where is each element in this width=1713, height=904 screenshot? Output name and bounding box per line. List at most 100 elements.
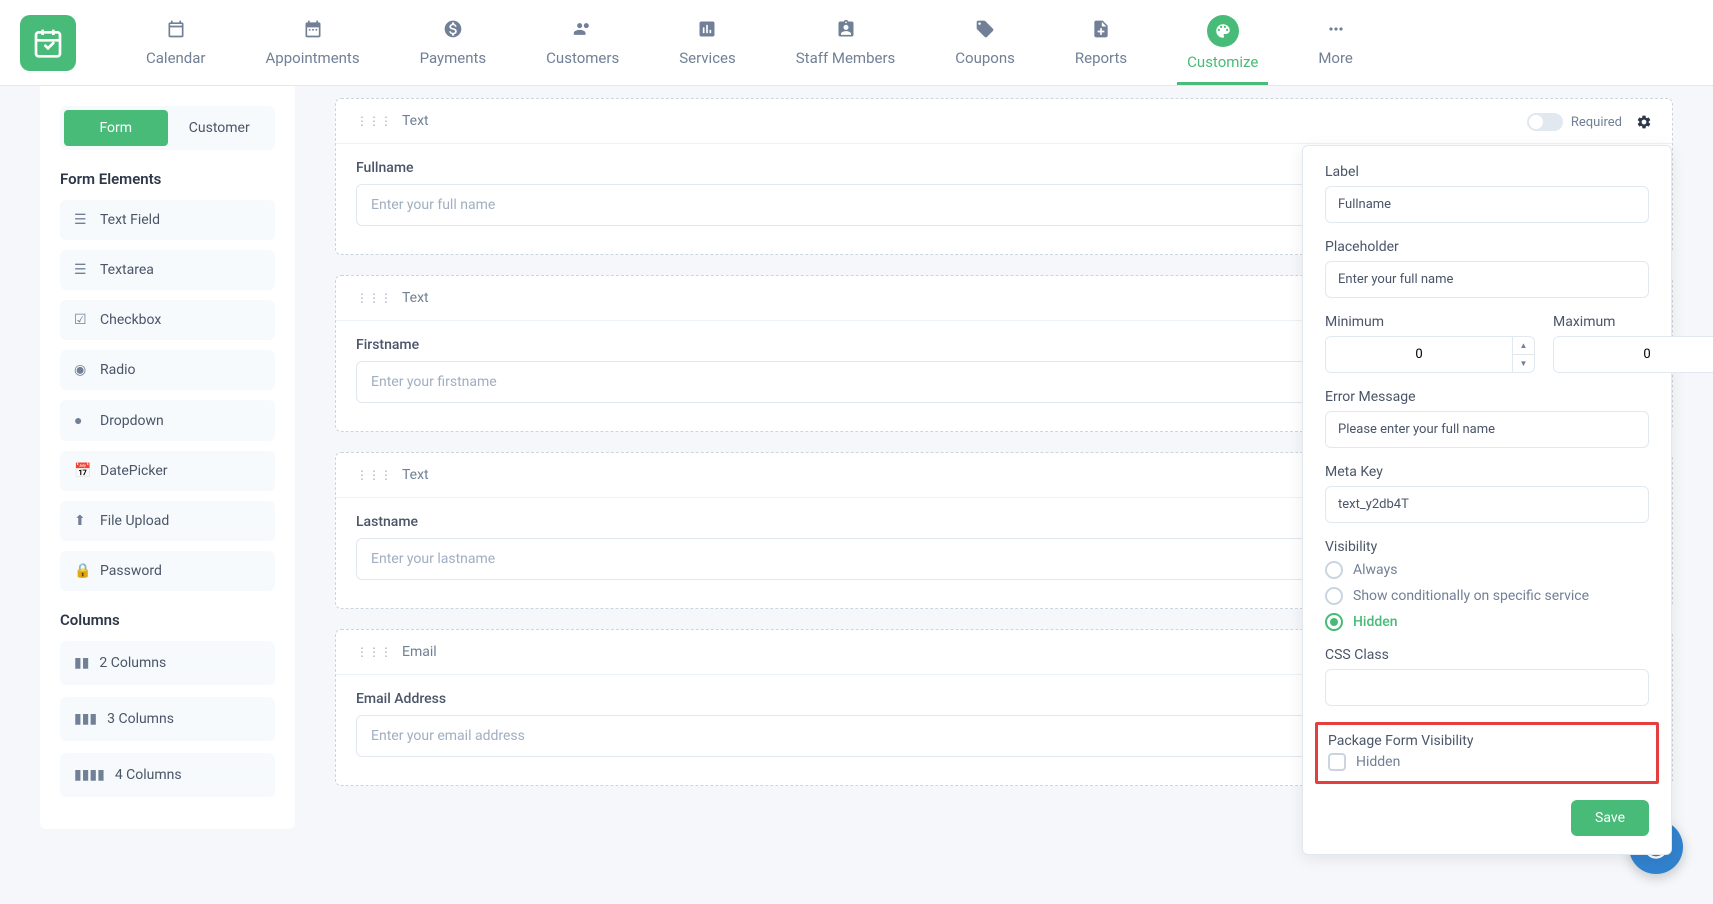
tab-form[interactable]: Form [64,110,168,146]
meta-title: Meta Key [1325,464,1649,480]
form-elements-title: Form Elements [60,170,275,188]
nav-staff[interactable]: Staff Members [766,0,926,85]
column-3[interactable]: ▮▮▮3 Columns [60,697,275,741]
customize-icon [1207,15,1239,47]
nav-coupons[interactable]: Coupons [925,0,1045,85]
nav-label: Coupons [955,49,1015,67]
text-field-icon: ☰ [74,212,90,228]
step-up-icon[interactable]: ▲ [1513,337,1534,355]
error-title: Error Message [1325,389,1649,405]
field-fullname[interactable]: ⋮⋮⋮ Text Required Fullname Label Placeho [335,98,1673,255]
textarea-icon: ☰ [74,262,90,278]
save-button[interactable]: Save [1571,800,1649,836]
field-type: Text [402,467,429,483]
coupons-icon [975,19,995,43]
minimum-title: Minimum [1325,314,1535,330]
nav-label: Customers [546,49,619,67]
minimum-input[interactable]: ▲▼ [1325,336,1535,373]
placeholder-title: Placeholder [1325,239,1649,255]
minimum-value[interactable] [1326,337,1512,372]
nav-label: More [1318,49,1353,67]
column2-icon: ▮▮ [74,655,89,671]
element-fileupload[interactable]: ⬆File Upload [60,501,275,541]
nav-label: Customize [1187,53,1258,71]
drag-handle-icon[interactable]: ⋮⋮⋮ [356,291,392,305]
radio-icon [1325,561,1343,579]
visibility-conditional[interactable]: Show conditionally on specific service [1325,587,1649,605]
services-icon [697,19,717,43]
nav-reports[interactable]: Reports [1045,0,1157,85]
checkbox-icon: ☑ [74,312,90,328]
column-2[interactable]: ▮▮2 Columns [60,641,275,685]
nav-label: Reports [1075,49,1127,67]
password-icon: 🔒 [74,563,90,579]
customers-icon [573,19,593,43]
placeholder-input[interactable] [1325,261,1649,298]
element-dropdown[interactable]: ●Dropdown [60,400,275,441]
field-type: Email [402,644,437,660]
tab-switcher: Form Customer [60,106,275,150]
field-type: Text [402,113,429,129]
nav-label: Payments [420,49,487,67]
element-textarea[interactable]: ☰Textarea [60,250,275,290]
label-input[interactable] [1325,186,1649,223]
checkbox-icon [1328,753,1346,771]
nav-services[interactable]: Services [649,0,766,85]
maximum-title: Maximum [1553,314,1713,330]
required-toggle[interactable]: Required [1527,113,1622,131]
dropdown-icon: ● [74,412,90,429]
visibility-hidden[interactable]: Hidden [1325,613,1649,631]
nav-customers[interactable]: Customers [516,0,649,85]
gear-icon[interactable] [1636,114,1652,134]
maximum-input[interactable]: ▲▼ [1553,336,1713,373]
nav-label: Staff Members [796,49,896,67]
nav-appointments[interactable]: Appointments [236,0,390,85]
tab-customer[interactable]: Customer [168,110,272,146]
package-hidden-checkbox[interactable]: Hidden [1328,753,1646,771]
datepicker-icon: 📅 [74,463,90,479]
visibility-title: Visibility [1325,539,1649,555]
error-input[interactable] [1325,411,1649,448]
visibility-always[interactable]: Always [1325,561,1649,579]
staff-icon [836,19,856,43]
field-type: Text [402,290,429,306]
calendar-icon [166,19,186,43]
package-title: Package Form Visibility [1328,733,1646,749]
radio-icon [1325,587,1343,605]
element-password[interactable]: 🔒Password [60,551,275,591]
nav-customize[interactable]: Customize [1157,0,1288,85]
element-datepicker[interactable]: 📅DatePicker [60,451,275,491]
nav-more[interactable]: More [1288,0,1383,85]
nav-label: Appointments [266,49,360,67]
column3-icon: ▮▮▮ [74,711,97,727]
step-down-icon[interactable]: ▼ [1513,355,1534,372]
appointments-icon [303,19,323,43]
nav-label: Calendar [146,49,206,67]
radio-icon [1325,613,1343,631]
element-radio[interactable]: ◉Radio [60,350,275,390]
nav-calendar[interactable]: Calendar [116,0,236,85]
drag-handle-icon[interactable]: ⋮⋮⋮ [356,468,392,482]
drag-handle-icon[interactable]: ⋮⋮⋮ [356,114,392,128]
app-logo[interactable] [20,15,76,71]
column-4[interactable]: ▮▮▮▮4 Columns [60,753,275,797]
logo-icon [32,27,64,59]
more-icon [1326,19,1346,43]
reports-icon [1091,19,1111,43]
css-title: CSS Class [1325,647,1649,663]
element-checkbox[interactable]: ☑Checkbox [60,300,275,340]
drag-handle-icon[interactable]: ⋮⋮⋮ [356,645,392,659]
element-text-field[interactable]: ☰Text Field [60,200,275,240]
meta-input[interactable] [1325,486,1649,523]
toggle-switch[interactable] [1527,113,1563,131]
settings-panel: Label Placeholder Minimum ▲▼ [1302,145,1672,855]
payments-icon [443,19,463,43]
nav-payments[interactable]: Payments [390,0,517,85]
fileupload-icon: ⬆ [74,513,90,529]
package-visibility-highlight: Package Form Visibility Hidden [1315,722,1659,784]
columns-title: Columns [60,611,275,629]
css-input[interactable] [1325,669,1649,706]
radio-icon: ◉ [74,362,90,378]
maximum-value[interactable] [1554,337,1713,372]
nav-label: Services [679,49,736,67]
